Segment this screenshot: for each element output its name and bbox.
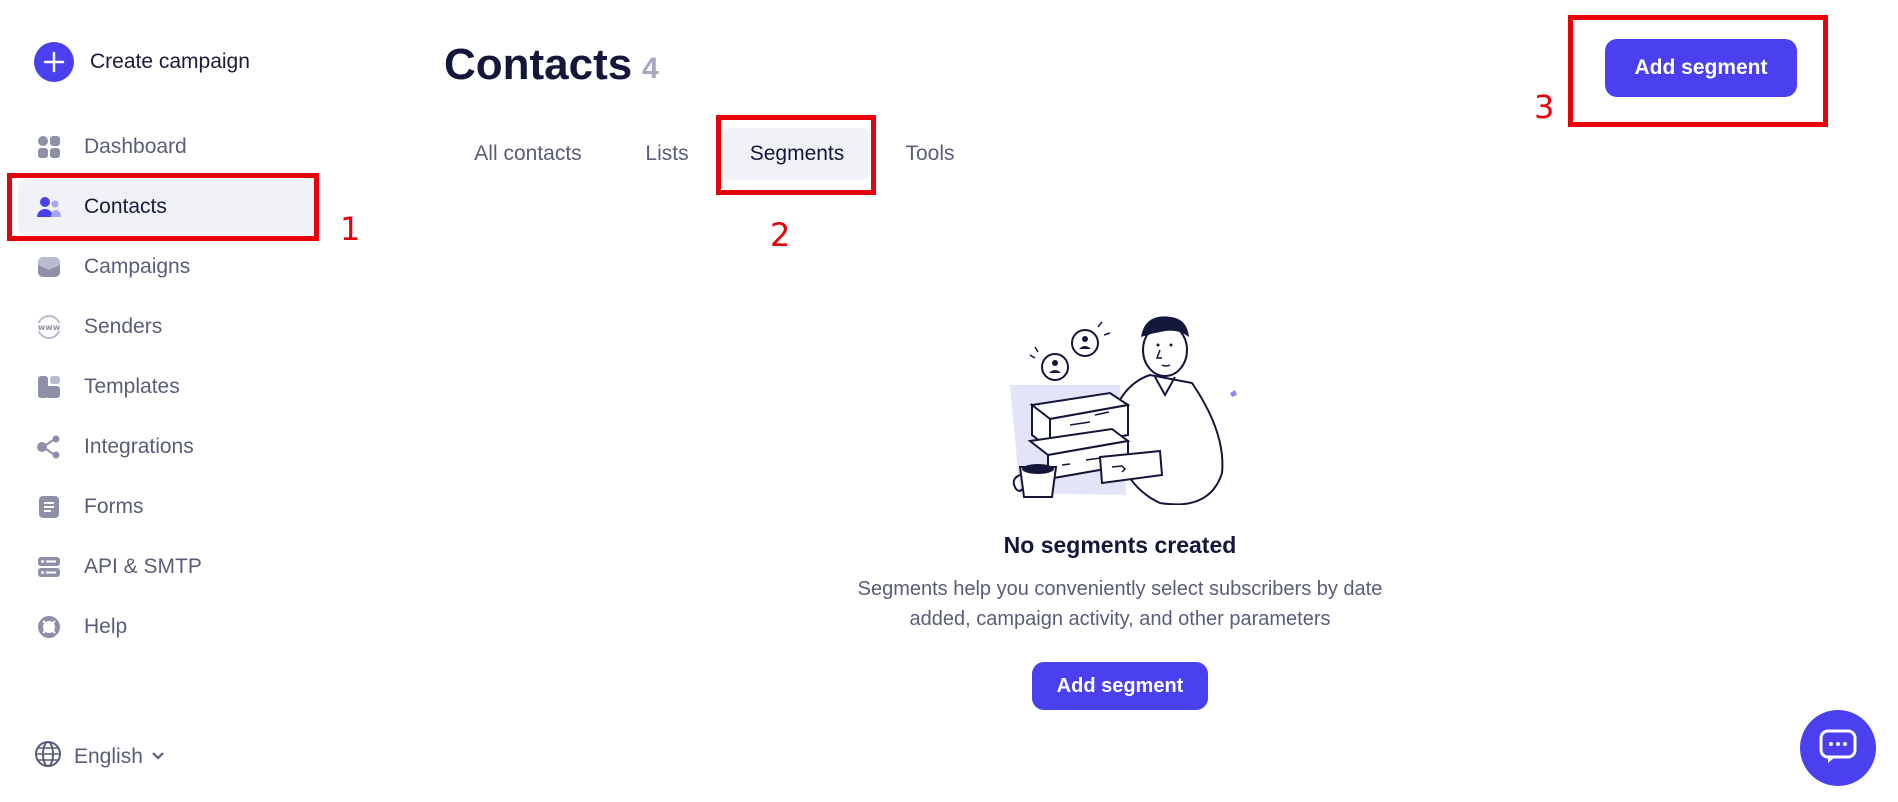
- chat-icon: [1818, 728, 1858, 769]
- page-title: Contacts: [444, 40, 633, 89]
- sidebar-item-label: API & SMTP: [84, 555, 202, 578]
- annotation-number-3: 3: [1534, 88, 1555, 126]
- svg-text:www: www: [38, 323, 61, 332]
- language-selector[interactable]: English: [34, 740, 165, 773]
- sidebar-item-senders[interactable]: www Senders: [18, 299, 315, 355]
- plus-icon: [34, 42, 74, 82]
- contacts-count: 4: [642, 52, 659, 85]
- add-segment-button-empty-state[interactable]: Add segment: [1032, 662, 1208, 710]
- empty-state-description-line: added, campaign activity, and other para…: [909, 608, 1331, 630]
- empty-state-description-line: Segments help you conveniently select su…: [857, 578, 1383, 600]
- sidebar-item-dashboard[interactable]: Dashboard: [18, 119, 315, 175]
- add-segment-button-header[interactable]: Add segment: [1605, 39, 1797, 97]
- tab-lists[interactable]: Lists: [626, 128, 708, 180]
- dashboard-icon: [36, 134, 62, 160]
- templates-icon: [36, 374, 62, 400]
- sidebar-item-api-smtp[interactable]: API & SMTP: [18, 539, 315, 595]
- sidebar-item-label: Integrations: [84, 435, 194, 458]
- sidebar-item-templates[interactable]: Templates: [18, 359, 315, 415]
- sidebar-item-integrations[interactable]: Integrations: [18, 419, 315, 475]
- sidebar-item-label: Contacts: [84, 195, 167, 218]
- campaigns-icon: [36, 254, 62, 280]
- empty-state-description: Segments help you conveniently select su…: [800, 574, 1440, 634]
- tab-segments[interactable]: Segments: [724, 128, 870, 180]
- sidebar-item-label: Senders: [84, 315, 163, 338]
- sidebar-item-campaigns[interactable]: Campaigns: [18, 239, 315, 295]
- sidebar-item-label: Dashboard: [84, 135, 187, 158]
- tab-all-contacts[interactable]: All contacts: [458, 128, 598, 180]
- sidebar-item-label: Forms: [84, 495, 144, 518]
- empty-state-title: No segments created: [1003, 532, 1237, 558]
- sidebar-item-contacts[interactable]: Contacts: [18, 179, 315, 235]
- api-icon: [36, 554, 62, 580]
- chat-button[interactable]: [1800, 710, 1876, 786]
- sidebar-item-label: Templates: [84, 375, 180, 398]
- language-label: English: [74, 744, 143, 768]
- forms-icon: [36, 494, 62, 520]
- contacts-icon: [36, 194, 62, 220]
- annotation-number-2: 2: [770, 216, 791, 254]
- create-campaign-label: Create campaign: [90, 50, 250, 73]
- globe-icon: [34, 740, 62, 773]
- annotation-number-1: 1: [340, 210, 361, 248]
- tab-tools[interactable]: Tools: [888, 128, 972, 180]
- create-campaign-button[interactable]: Create campaign: [34, 42, 250, 82]
- sidebar: Create campaign Dashboard Contacts Campa…: [0, 0, 330, 802]
- sidebar-item-help[interactable]: Help: [18, 599, 315, 655]
- sidebar-item-label: Campaigns: [84, 255, 191, 278]
- www-icon: www: [36, 314, 62, 340]
- sidebar-item-forms[interactable]: Forms: [18, 479, 315, 535]
- chevron-down-icon: [151, 748, 165, 766]
- integrations-icon: [36, 434, 62, 460]
- sidebar-item-label: Help: [84, 615, 128, 638]
- help-icon: [36, 614, 62, 640]
- empty-state-illustration: [1000, 305, 1250, 506]
